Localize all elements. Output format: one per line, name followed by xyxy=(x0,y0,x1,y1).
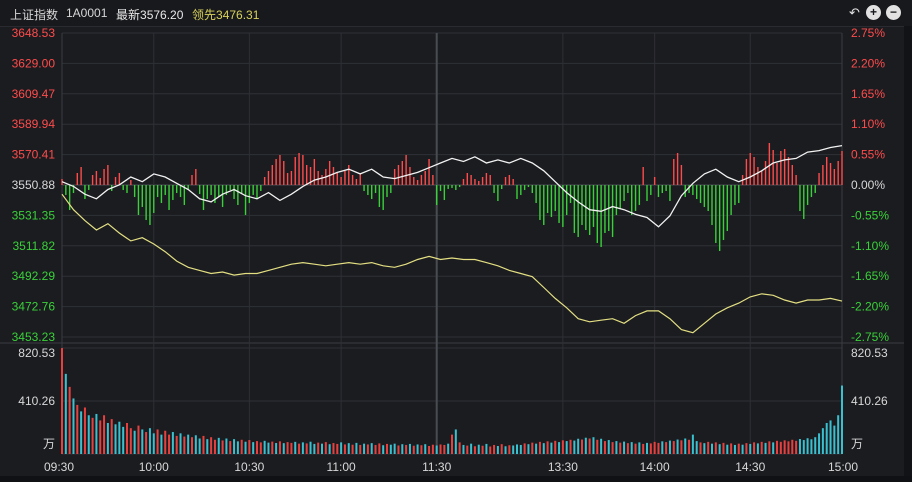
percent-axis-label: 1.65% xyxy=(851,87,885,101)
volume-axis-label-left: 410.26 xyxy=(18,394,55,408)
time-axis-label: 11:00 xyxy=(327,460,356,474)
percent-axis-label: 0.55% xyxy=(851,148,885,162)
time-axis-label: 10:30 xyxy=(234,460,264,474)
price-axis-label: 3453.23 xyxy=(12,330,56,344)
volume-axis-label-left: 万 xyxy=(43,437,55,451)
percent-axis-label: 1.10% xyxy=(851,117,885,131)
price-axis-label: 3629.00 xyxy=(12,56,56,70)
time-axis-label: 15:00 xyxy=(828,460,858,474)
grid-lines xyxy=(0,32,904,455)
price-axis-label: 3531.35 xyxy=(12,208,56,222)
price-axis-label: 3492.29 xyxy=(12,269,56,283)
volume-axis-label-right: 410.26 xyxy=(851,394,888,408)
time-axis-label: 09:30 xyxy=(44,460,74,474)
price-axis-label: 3550.88 xyxy=(12,178,56,192)
percent-axis-label: 2.20% xyxy=(851,56,885,70)
time-axis-label: 14:30 xyxy=(735,460,765,474)
price-axis-label: 3609.47 xyxy=(12,87,56,101)
breadth-bars xyxy=(61,143,843,251)
time-axis-label: 11:30 xyxy=(422,460,451,474)
time-axis-label: 10:00 xyxy=(139,460,169,474)
percent-axis-label: -2.20% xyxy=(851,300,889,314)
price-axis-label: 3511.82 xyxy=(13,239,56,253)
intraday-chart-window: 上证指数 1A0001 最新3576.20 领先3476.31 ↶ + − 36… xyxy=(0,0,912,482)
time-axis-label: 14:00 xyxy=(640,460,670,474)
price-axis-label: 3589.94 xyxy=(12,117,56,131)
side-toolbar-strip xyxy=(904,26,912,482)
volume-axis-label-right: 820.53 xyxy=(851,346,888,360)
price-lines xyxy=(61,144,843,334)
price-axis-label: 3570.41 xyxy=(12,148,56,162)
volume-axis-label-left: 820.53 xyxy=(18,346,55,360)
percent-axis-label: 2.75% xyxy=(851,26,885,40)
axis-labels: 3648.53 3629.00 3609.47 3589.94 3570.41 3550.… xyxy=(12,26,890,474)
time-axis-label: 13:30 xyxy=(548,460,578,474)
bottom-tab-strip xyxy=(0,476,912,482)
volume-axis-label-right: 万 xyxy=(851,437,863,451)
percent-axis-label: -2.75% xyxy=(851,330,889,344)
percent-axis-label: -0.55% xyxy=(851,208,889,222)
chart-canvas: 3648.53 3629.00 3609.47 3589.94 3570.41 3550.… xyxy=(0,26,904,474)
percent-axis-label: -1.65% xyxy=(851,269,889,283)
price-axis-label: 3648.53 xyxy=(12,26,56,40)
price-axis-label: 3472.76 xyxy=(12,300,56,314)
percent-axis-label: 0.00% xyxy=(851,178,885,192)
percent-axis-label: -1.10% xyxy=(851,239,889,253)
